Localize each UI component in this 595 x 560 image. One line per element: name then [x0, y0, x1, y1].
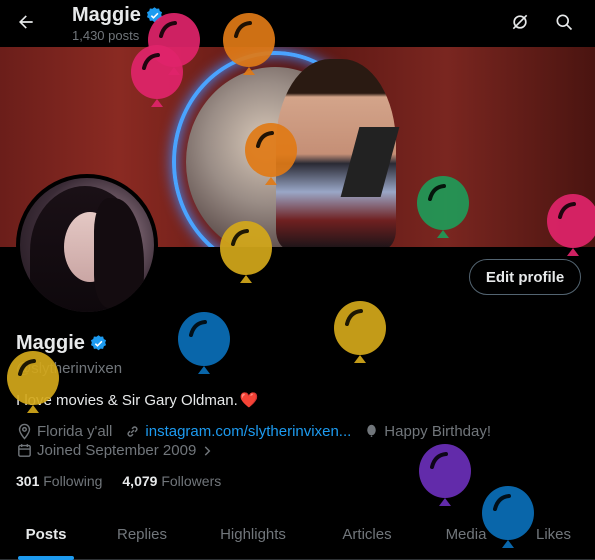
- calendar-icon: [18, 444, 31, 457]
- tab-likes[interactable]: Likes: [512, 508, 595, 560]
- tab-posts-label: Posts: [25, 525, 67, 543]
- header-title: Maggie: [72, 4, 164, 27]
- chevron-right-icon: [205, 445, 211, 456]
- verified-badge-icon: [146, 7, 162, 23]
- location-item: Florida y'all: [16, 423, 112, 440]
- post-count: 1,430 posts: [72, 28, 140, 43]
- following-label: Following: [43, 473, 103, 489]
- location-icon: [18, 423, 31, 440]
- profile-name: Maggie: [16, 332, 85, 354]
- tab-highlights[interactable]: Highlights: [192, 508, 314, 560]
- avatar[interactable]: [16, 174, 158, 316]
- profile-meta-row-2[interactable]: Joined September 2009: [16, 442, 226, 459]
- tab-likes-label: Likes: [535, 525, 572, 543]
- header-name: Maggie: [72, 4, 141, 26]
- search-icon: [556, 14, 573, 31]
- profile-bio: I love movies & Sir Gary Oldman. ❤️: [16, 391, 259, 410]
- followers-label: Followers: [161, 473, 222, 489]
- followers-link[interactable]: 4,079 Followers: [122, 473, 221, 489]
- joined-item[interactable]: Joined September 2009: [16, 442, 214, 459]
- profile-tabs: Posts Replies Highlights Articles Media …: [0, 508, 595, 560]
- balloon-icon: [367, 424, 377, 437]
- joined-text: Joined September 2009: [37, 442, 197, 459]
- followers-count: 4,079: [122, 473, 158, 489]
- tab-media[interactable]: Media: [420, 508, 512, 560]
- profile-handle: @slytherinvixen: [16, 360, 123, 377]
- website-link[interactable]: instagram.com/slytherinvixen...: [145, 423, 351, 440]
- tab-posts[interactable]: Posts: [0, 508, 92, 560]
- heart-emoji: ❤️: [239, 392, 259, 409]
- website-item[interactable]: instagram.com/slytherinvixen...: [124, 423, 351, 440]
- balloon-icon: [418, 443, 472, 513]
- grok-button[interactable]: [502, 4, 538, 40]
- balloon-icon: [333, 300, 387, 370]
- follow-stats: 301 Following 4,079 Followers: [16, 473, 221, 489]
- unfollow-grok-icon: [512, 14, 528, 30]
- back-arrow-icon: [19, 15, 33, 29]
- tab-replies-label: Replies: [116, 525, 168, 543]
- birthday-text: Happy Birthday!: [384, 423, 492, 440]
- profile-name-row: Maggie: [16, 332, 108, 355]
- top-bar: Maggie 1,430 posts: [0, 0, 595, 47]
- tab-media-label: Media: [445, 525, 487, 543]
- tab-replies[interactable]: Replies: [92, 508, 192, 560]
- link-icon: [127, 426, 138, 437]
- profile-meta-row-1: Florida y'all instagram.com/slytherinvix…: [16, 423, 503, 440]
- avatar-hair-side: [94, 198, 144, 308]
- bio-text: I love movies & Sir Gary Oldman.: [16, 391, 238, 409]
- following-count: 301: [16, 473, 40, 489]
- tab-articles-label: Articles: [342, 525, 392, 543]
- search-button[interactable]: [546, 4, 582, 40]
- location-text: Florida y'all: [37, 423, 113, 440]
- back-button[interactable]: [8, 4, 44, 40]
- birthday-item: Happy Birthday!: [363, 423, 491, 440]
- verified-badge-icon[interactable]: [89, 334, 108, 353]
- tab-highlights-label: Highlights: [220, 525, 286, 543]
- following-link[interactable]: 301 Following: [16, 473, 102, 489]
- tab-articles[interactable]: Articles: [314, 508, 420, 560]
- edit-profile-button[interactable]: Edit profile: [469, 259, 581, 295]
- balloon-icon: [177, 311, 231, 381]
